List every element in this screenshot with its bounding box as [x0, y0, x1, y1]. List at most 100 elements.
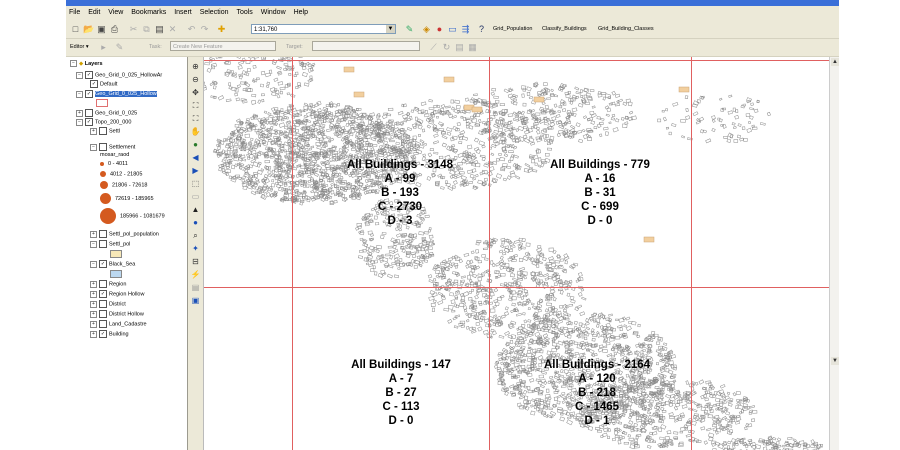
toc-layer[interactable]: + Settl: [90, 127, 120, 135]
target-combo[interactable]: [312, 41, 420, 51]
pointer-icon[interactable]: ▲: [190, 204, 201, 215]
toc-layer[interactable]: + District: [90, 300, 126, 308]
select-features-icon[interactable]: ⬚: [190, 178, 201, 189]
expand-icon[interactable]: −: [90, 260, 97, 268]
menu-edit[interactable]: Edit: [85, 6, 103, 16]
layer-visibility-checkbox[interactable]: ✓: [99, 290, 107, 298]
sketch-tool-icon[interactable]: ✎: [114, 42, 125, 53]
pan-icon[interactable]: ✥: [190, 87, 201, 98]
measure-icon[interactable]: ⊟: [190, 256, 201, 267]
toc-layer[interactable]: − ✓ Topo_200_000: [76, 118, 131, 126]
classify-buildings-tool[interactable]: Classify_Buildings: [542, 26, 587, 32]
toc-layer[interactable]: ✓ Default: [90, 80, 117, 88]
vertical-scrollbar[interactable]: ▲ ▼: [829, 57, 839, 450]
whats-this-icon[interactable]: ?: [476, 24, 487, 35]
add-data-icon[interactable]: ✚: [216, 24, 227, 35]
expand-icon[interactable]: −: [90, 240, 97, 248]
menu-selection[interactable]: Selection: [197, 6, 232, 16]
model-builder-icon[interactable]: ⇶: [460, 24, 471, 35]
new-icon[interactable]: □: [70, 24, 81, 35]
layer-visibility-checkbox[interactable]: [99, 300, 107, 308]
time-slider-icon[interactable]: ▣: [190, 295, 201, 306]
layer-visibility-checkbox[interactable]: ✓: [90, 80, 98, 88]
menu-bookmarks[interactable]: Bookmarks: [128, 6, 169, 16]
menu-help[interactable]: Help: [291, 6, 311, 16]
full-extent-icon[interactable]: ●: [190, 139, 201, 150]
layer-visibility-checkbox[interactable]: [99, 280, 107, 288]
expand-icon[interactable]: +: [76, 109, 83, 117]
menu-tools[interactable]: Tools: [233, 6, 255, 16]
print-icon[interactable]: ⎙: [109, 24, 120, 35]
open-icon[interactable]: 📂: [83, 24, 94, 35]
toc-layer[interactable]: − Settl_pol: [90, 240, 130, 248]
menu-window[interactable]: Window: [258, 6, 289, 16]
zoom-out-icon[interactable]: ⊖: [190, 74, 201, 85]
identify-icon[interactable]: ●: [190, 217, 201, 228]
hyperlink-icon[interactable]: ⚡: [190, 269, 201, 280]
attributes-icon[interactable]: ▤: [454, 42, 465, 53]
command-line-icon[interactable]: ▭: [447, 24, 458, 35]
layer-visibility-checkbox[interactable]: [85, 109, 93, 117]
split-tool-icon[interactable]: ⟋: [428, 42, 439, 53]
editor-menu[interactable]: Editor ▾: [70, 44, 89, 50]
fixed-zoom-in-icon[interactable]: ⛶: [190, 100, 201, 111]
expand-icon[interactable]: +: [90, 300, 97, 308]
toc-root-layers[interactable]: − ◆ Layers: [70, 60, 103, 67]
select-elements-icon[interactable]: ▭: [190, 191, 201, 202]
layer-visibility-checkbox[interactable]: ✓: [85, 71, 93, 79]
layer-visibility-checkbox[interactable]: ✓: [99, 330, 107, 338]
expand-icon[interactable]: −: [76, 90, 83, 98]
copy-icon[interactable]: ⧉: [141, 24, 152, 35]
chevron-down-icon[interactable]: ▼: [386, 25, 395, 33]
undo-icon[interactable]: ↶: [186, 24, 197, 35]
fixed-zoom-out-icon[interactable]: ⛶: [190, 113, 201, 124]
redo-icon[interactable]: ↷: [199, 24, 210, 35]
arctoolbox-icon[interactable]: ●: [434, 24, 445, 35]
go-to-xy-icon[interactable]: ✦: [190, 243, 201, 254]
toc-layer[interactable]: + ✓ Region Hollow: [90, 290, 144, 298]
expand-icon[interactable]: +: [90, 280, 97, 288]
menu-view[interactable]: View: [105, 6, 126, 16]
layer-visibility-checkbox[interactable]: ✓: [85, 90, 93, 98]
layer-visibility-checkbox[interactable]: [99, 320, 107, 328]
edit-tool-icon[interactable]: ▸: [98, 42, 109, 53]
toc-layer[interactable]: + ✓ Building: [90, 330, 129, 338]
toc-layer[interactable]: − Settlement: [90, 143, 135, 151]
toc-layer[interactable]: − ✓ Geo_Grid_0_025_Hollow: [76, 90, 157, 98]
expand-icon[interactable]: +: [90, 230, 97, 238]
toc-layer[interactable]: + Geo_Grid_0_025: [76, 109, 137, 117]
expand-icon[interactable]: +: [90, 330, 97, 338]
sketch-properties-icon[interactable]: ▦: [467, 42, 478, 53]
toc-layer[interactable]: mosar_raod: [100, 152, 129, 158]
toc-layer[interactable]: + Land_Cadastre: [90, 320, 147, 328]
back-extent-icon[interactable]: ◀: [190, 152, 201, 163]
expand-icon[interactable]: −: [76, 118, 83, 126]
forward-extent-icon[interactable]: ▶: [190, 165, 201, 176]
layer-visibility-checkbox[interactable]: [99, 143, 107, 151]
editor-toolbar-icon[interactable]: ✎: [404, 24, 415, 35]
toc-layer[interactable]: + District Hollow: [90, 310, 144, 318]
scroll-up-icon[interactable]: ▲: [831, 58, 839, 66]
rotate-tool-icon[interactable]: ↻: [441, 42, 452, 53]
zoom-in-icon[interactable]: ⊕: [190, 61, 201, 72]
catalog-icon[interactable]: ◈: [421, 24, 432, 35]
html-popup-icon[interactable]: ▤: [190, 282, 201, 293]
cut-icon[interactable]: ✂: [128, 24, 139, 35]
expand-icon[interactable]: −: [76, 71, 83, 79]
expand-icon[interactable]: −: [90, 143, 97, 151]
collapse-icon[interactable]: −: [70, 60, 77, 67]
layer-visibility-checkbox[interactable]: [99, 230, 107, 238]
toc-layer[interactable]: + Region: [90, 280, 126, 288]
map-view[interactable]: All Buildings - 3148 A - 99 B - 193 C - …: [204, 57, 829, 450]
expand-icon[interactable]: +: [90, 290, 97, 298]
map-scale-combo[interactable]: 1:31,760 ▼: [251, 24, 396, 34]
expand-icon[interactable]: +: [90, 127, 97, 135]
save-icon[interactable]: ▣: [96, 24, 107, 35]
layer-visibility-checkbox[interactable]: ✓: [99, 260, 107, 268]
menu-file[interactable]: File: [66, 6, 83, 16]
grid-building-classes-tool[interactable]: Grid_Building_Classes: [598, 26, 654, 32]
toc-layer[interactable]: − ✓ Geo_Grid_0_025_HollowAr: [76, 71, 162, 79]
layer-visibility-checkbox[interactable]: ✓: [85, 118, 93, 126]
task-combo[interactable]: Create New Feature: [170, 41, 276, 51]
grid-population-tool[interactable]: Grid_Population: [493, 26, 532, 32]
